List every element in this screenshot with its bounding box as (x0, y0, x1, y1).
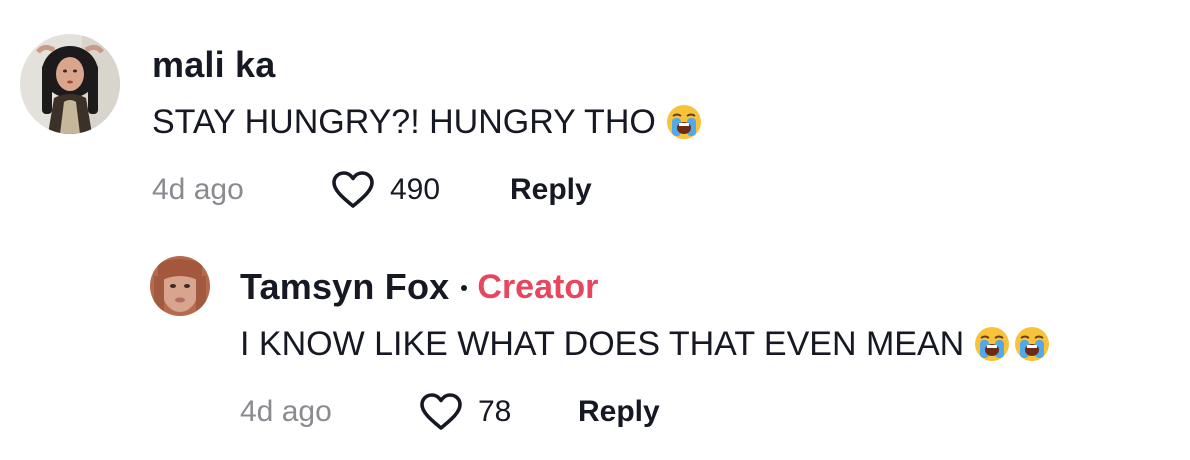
username[interactable]: mali ka (152, 44, 275, 86)
comment-text: STAY HUNGRY?! HUNGRY THO (152, 102, 656, 141)
reply-button[interactable]: Reply (510, 173, 592, 207)
creator-avatar-photo (150, 256, 210, 316)
loudly-crying-face-icon (666, 104, 702, 140)
timestamp: 4d ago (152, 173, 244, 206)
like-count: 78 (478, 395, 512, 428)
like-button[interactable]: 490 (330, 170, 510, 210)
separator-dot (461, 285, 468, 291)
avatar[interactable] (150, 256, 210, 316)
like-button[interactable]: 78 (418, 392, 578, 432)
comment-header: mali ka (152, 42, 702, 88)
reply-text-row: I KNOW LIKE WHAT DOES THAT EVEN MEAN (240, 322, 1050, 366)
user-avatar-photo (20, 34, 120, 134)
comment-body: mali ka STAY HUNGRY?! HUNGRY THO 4d ago (152, 42, 702, 212)
reply-text: I KNOW LIKE WHAT DOES THAT EVEN MEAN (240, 324, 965, 363)
reply-header: Tamsyn Fox Creator (240, 264, 1050, 310)
reply-body: Tamsyn Fox Creator I KNOW LIKE WHAT DOES… (240, 264, 1050, 434)
creator-badge: Creator (477, 267, 599, 306)
heart-outline-icon[interactable] (418, 392, 464, 432)
timestamp: 4d ago (240, 395, 332, 428)
reply-button[interactable]: Reply (578, 395, 660, 429)
reply-meta: 4d ago 78 Reply (240, 390, 1050, 434)
like-count: 490 (390, 173, 441, 206)
comment-meta: 4d ago 490 Reply (152, 168, 702, 212)
avatar[interactable] (20, 34, 120, 134)
comment-text-row: STAY HUNGRY?! HUNGRY THO (152, 100, 702, 144)
heart-outline-icon[interactable] (330, 170, 376, 210)
loudly-crying-face-icon (974, 326, 1010, 362)
loudly-crying-face-icon (1014, 326, 1050, 362)
username[interactable]: Tamsyn Fox (240, 266, 449, 308)
